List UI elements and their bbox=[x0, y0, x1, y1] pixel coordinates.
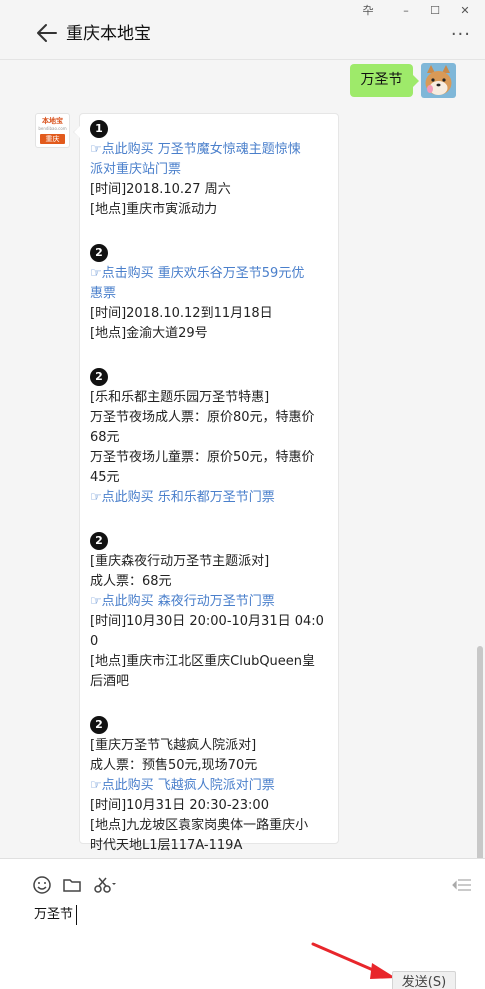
message-text-line: [时间]10月31日 20:30-23:00 bbox=[90, 798, 269, 813]
message-text-line: [时间]2018.10.27 周六 bbox=[90, 182, 231, 197]
message-list[interactable]: 万圣节 本地宝 bendibao.com 重庆 1 ☞点此购买 万圣节魔女惊魂主题… bbox=[0, 60, 485, 858]
item-number-badge: 2 bbox=[90, 244, 108, 262]
chat-title: 重庆本地宝 bbox=[66, 24, 151, 44]
message-text-line: 万圣节夜场儿童票：原价50元，特惠价 bbox=[90, 450, 315, 465]
user-avatar[interactable] bbox=[421, 63, 456, 98]
item-number-row: 2 bbox=[90, 528, 338, 552]
message-text-line: [乐和乐都主题乐园万圣节特惠] bbox=[90, 390, 270, 405]
item-number-row: 1 bbox=[90, 116, 338, 140]
shiba-avatar-icon bbox=[421, 63, 456, 98]
maximize-button[interactable]: ☐ bbox=[421, 2, 449, 20]
item-number-row: 2 bbox=[90, 240, 338, 264]
collapse-icon[interactable] bbox=[452, 878, 472, 892]
item-number-badge: 2 bbox=[90, 532, 108, 550]
text-caret bbox=[76, 905, 77, 925]
send-button[interactable]: 发送(S) bbox=[392, 971, 456, 989]
message-text-line: [重庆万圣节飞越疯人院派对] bbox=[90, 738, 257, 753]
item-number-row: 2 bbox=[90, 712, 338, 736]
message-text-line: 成人票：预售50元,现场70元 bbox=[90, 758, 258, 773]
message-text-line: [地点]金渝大道29号 bbox=[90, 326, 208, 341]
message-text-line: 0 bbox=[90, 634, 99, 649]
folder-icon[interactable] bbox=[62, 875, 82, 895]
message-text-line: [地点]重庆市寅派动力 bbox=[90, 202, 218, 217]
message-text-line: [地点]九龙坡区袁家岗奥体一路重庆小 bbox=[90, 818, 309, 833]
input-area: 万圣节 发送(S) bbox=[0, 858, 485, 989]
purchase-link[interactable]: 惠票 bbox=[90, 284, 338, 304]
screenshot-scissors-icon[interactable] bbox=[93, 875, 119, 895]
scrollbar[interactable] bbox=[477, 646, 483, 858]
bot-message-bubble: 1 ☞点此购买 万圣节魔女惊魂主题惊悚 派对重庆站门票 [时间]2018.10.27 … bbox=[73, 113, 339, 853]
red-arrow-annotation-icon bbox=[311, 942, 396, 979]
purchase-link[interactable]: 派对重庆站门票 bbox=[90, 160, 338, 180]
purchase-link[interactable]: ☞点此购买 森夜行动万圣节门票 bbox=[90, 592, 338, 612]
pin-icon[interactable]: 卆 bbox=[354, 2, 382, 20]
purchase-link[interactable]: ☞点此购买 乐和乐都万圣节门票 bbox=[90, 488, 338, 508]
close-button[interactable]: ✕ bbox=[451, 2, 479, 20]
item-number-badge: 1 bbox=[90, 120, 108, 138]
message-text-line: [时间]10月30日 20:00-10月31日 04:0 bbox=[90, 614, 324, 629]
minimize-button[interactable]: – bbox=[392, 2, 420, 20]
avatar-logo-text: 本地宝 bbox=[42, 117, 63, 125]
avatar-logo-city: 重庆 bbox=[40, 134, 65, 144]
more-options-icon[interactable]: ··· bbox=[451, 26, 471, 44]
message-text-line: 68元 bbox=[90, 430, 120, 445]
title-bar: 卆 – ☐ ✕ 重庆本地宝 ··· bbox=[0, 0, 485, 60]
message-text-line: 成人票：68元 bbox=[90, 574, 172, 589]
message-input[interactable]: 万圣节 bbox=[34, 905, 73, 925]
message-text-line: 后酒吧 bbox=[90, 674, 130, 689]
purchase-link[interactable]: ☞点此购买 万圣节魔女惊魂主题惊悚 bbox=[90, 140, 338, 160]
message-text-line: 万圣节夜场成人票：原价80元，特惠价 bbox=[90, 410, 315, 425]
message-text-line: [地点]重庆市江北区重庆ClubQueen皇 bbox=[90, 654, 316, 669]
message-text-line: [时间]2018.10.12到11月18日 bbox=[90, 306, 273, 321]
item-number-badge: 2 bbox=[90, 368, 108, 386]
avatar-logo-domain: bendibao.com bbox=[38, 126, 67, 131]
message-text-line: [重庆森夜行动万圣节主题派对] bbox=[90, 554, 270, 569]
item-number-badge: 2 bbox=[90, 716, 108, 734]
bot-avatar[interactable]: 本地宝 bendibao.com 重庆 bbox=[35, 113, 70, 148]
message-text-line: 时代天地L1层117A-119A bbox=[90, 838, 243, 853]
item-number-row: 2 bbox=[90, 364, 338, 388]
purchase-link[interactable]: ☞点击购买 重庆欢乐谷万圣节59元优 bbox=[90, 264, 338, 284]
self-message-bubble[interactable]: 万圣节 bbox=[350, 64, 419, 97]
message-text-line: 45元 bbox=[90, 470, 120, 485]
emoji-icon[interactable] bbox=[32, 875, 52, 895]
purchase-link[interactable]: ☞点此购买 飞越疯人院派对门票 bbox=[90, 776, 338, 796]
back-arrow-icon[interactable] bbox=[36, 22, 58, 44]
